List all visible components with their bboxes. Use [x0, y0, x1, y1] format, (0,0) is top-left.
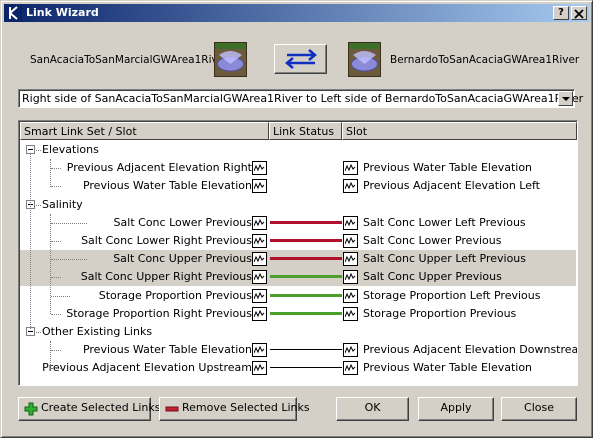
link-status-existing — [270, 349, 342, 351]
slot-chart-icon[interactable] — [252, 161, 267, 176]
left-slot-label: Previous Water Table Elevation — [82, 179, 252, 193]
title-bar[interactable]: Link Wizard ? — [4, 4, 589, 22]
link-row[interactable]: Previous Water Table Elevation Previous A… — [20, 177, 576, 195]
app-icon — [6, 5, 22, 21]
link-row[interactable]: Salt Conc Upper Previous Salt Conc Upper … — [20, 250, 576, 269]
link-row[interactable]: Storage Proportion Previous Storage Propo… — [20, 287, 576, 305]
link-status-existing — [270, 367, 342, 369]
combo-value: Right side of SanAcaciaToSanMarcialGWAre… — [22, 92, 584, 105]
groundwater-object-icon — [214, 42, 247, 77]
remove-selected-links-button[interactable]: Remove Selected Links — [159, 397, 310, 421]
tree-group-label: Other Existing Links — [42, 325, 153, 338]
tree-group-row[interactable]: Elevations — [20, 141, 576, 159]
slot-chart-icon[interactable] — [343, 215, 358, 230]
column-header-slot[interactable]: Slot — [342, 122, 577, 140]
left-slot-label: Storage Proportion Previous — [98, 288, 252, 302]
link-row[interactable]: Salt Conc Lower Right Previous Salt Conc … — [20, 232, 576, 250]
create-selected-links-button[interactable]: Create Selected Links — [18, 397, 161, 421]
close-window-button[interactable] — [571, 6, 587, 20]
right-slot-label: Previous Water Table Elevation — [363, 361, 533, 375]
create-button-label: Create Selected Links — [41, 401, 161, 414]
remove-button-label: Remove Selected Links — [182, 401, 310, 414]
right-slot-label: Salt Conc Lower Left Previous — [363, 215, 526, 229]
slot-chart-icon[interactable] — [252, 288, 267, 303]
apply-button[interactable]: Apply — [418, 397, 494, 421]
right-slot-label: Previous Adjacent Elevation Left — [363, 179, 540, 193]
slot-chart-icon[interactable] — [252, 361, 267, 376]
slot-chart-icon[interactable] — [343, 288, 358, 303]
right-object-name: BernardoToSanAcaciaGWArea1River — [390, 54, 580, 66]
link-wizard-window: Link Wizard ? SanAcaciaToSanMarcialGWAre… — [0, 0, 593, 438]
left-slot-label: Previous Adjacent Elevation Upstream — [42, 361, 252, 375]
slot-chart-icon[interactable] — [343, 361, 358, 376]
left-slot-label: Previous Adjacent Elevation Right — [66, 161, 252, 175]
collapse-icon[interactable] — [26, 145, 35, 154]
left-slot-label: Previous Water Table Elevation — [82, 343, 252, 357]
tree-group-label: Elevations — [42, 143, 99, 156]
window-title: Link Wizard — [26, 6, 99, 19]
slot-chart-icon[interactable] — [343, 161, 358, 176]
link-status-remove — [270, 220, 342, 224]
right-slot-label: Storage Proportion Left Previous — [363, 288, 541, 302]
ok-button[interactable]: OK — [336, 397, 409, 421]
slot-chart-icon[interactable] — [252, 270, 267, 285]
tree-group-row[interactable]: Salinity — [20, 196, 576, 214]
slot-chart-icon[interactable] — [252, 252, 267, 267]
left-slot-label: Salt Conc Lower Right Previous — [81, 234, 252, 247]
slot-chart-icon[interactable] — [343, 234, 358, 248]
right-slot-label: Storage Proportion Previous — [363, 306, 517, 320]
tree-group-label: Salinity — [42, 197, 83, 211]
link-status-create — [270, 311, 342, 315]
slot-chart-icon[interactable] — [252, 215, 267, 230]
link-row[interactable]: Storage Proportion Right Previous Storage… — [20, 305, 576, 323]
link-status-remove — [270, 239, 342, 242]
right-slot-label: Previous Adjacent Elevation Downstream — [363, 343, 578, 357]
slot-chart-icon[interactable] — [343, 270, 358, 285]
slot-chart-icon[interactable] — [343, 252, 358, 267]
right-slot-label: Previous Water Table Elevation — [363, 161, 533, 175]
close-button[interactable]: Close — [501, 397, 577, 421]
slot-chart-icon[interactable] — [343, 179, 358, 194]
slot-chart-icon[interactable] — [343, 343, 358, 358]
link-direction-combo[interactable]: Right side of SanAcaciaToSanMarcialGWAre… — [18, 89, 583, 108]
smart-link-tree[interactable]: Smart Link Set / Slot Link Status Slot E… — [18, 120, 578, 386]
right-slot-label: Salt Conc Upper Previous — [363, 270, 502, 284]
plus-icon — [24, 402, 38, 416]
link-status-create — [270, 275, 342, 279]
left-slot-label: Salt Conc Upper Right Previous — [80, 270, 252, 284]
groundwater-object-icon — [348, 42, 381, 77]
right-slot-label: Salt Conc Upper Left Previous — [363, 252, 526, 266]
link-row[interactable]: Salt Conc Lower Previous Salt Conc Lower … — [20, 214, 576, 232]
tree-group-row[interactable]: Other Existing Links — [20, 323, 576, 341]
chevron-down-icon[interactable] — [558, 91, 573, 106]
slot-chart-icon[interactable] — [343, 306, 358, 321]
link-status-create — [270, 293, 342, 297]
link-row[interactable]: Previous Adjacent Elevation Right Previou… — [20, 159, 576, 177]
swap-direction-button[interactable] — [274, 44, 327, 74]
help-button[interactable]: ? — [553, 6, 569, 20]
left-slot-label: Salt Conc Lower Previous — [113, 215, 252, 229]
right-slot-label: Salt Conc Lower Previous — [363, 234, 502, 247]
link-row[interactable]: Previous Adjacent Elevation Upstream Prev… — [20, 359, 576, 377]
close-icon — [574, 9, 584, 19]
link-row[interactable]: Previous Water Table Elevation Previous A… — [20, 341, 578, 359]
left-slot-label: Storage Proportion Right Previous — [66, 306, 252, 320]
link-status-remove — [270, 257, 342, 261]
slot-chart-icon[interactable] — [252, 306, 267, 321]
slot-chart-icon[interactable] — [252, 234, 267, 248]
column-header-link-status[interactable]: Link Status — [269, 122, 342, 140]
slot-chart-icon[interactable] — [252, 343, 267, 358]
column-header-slot-set[interactable]: Smart Link Set / Slot — [20, 122, 269, 140]
left-slot-label: Salt Conc Upper Previous — [113, 252, 252, 266]
link-row[interactable]: Salt Conc Upper Right Previous Salt Conc … — [20, 268, 576, 287]
slot-chart-icon[interactable] — [252, 179, 267, 194]
minus-icon — [165, 406, 179, 412]
left-object-name: SanAcaciaToSanMarcialGWArea1River — [30, 54, 229, 66]
swap-arrows-icon — [285, 49, 317, 69]
